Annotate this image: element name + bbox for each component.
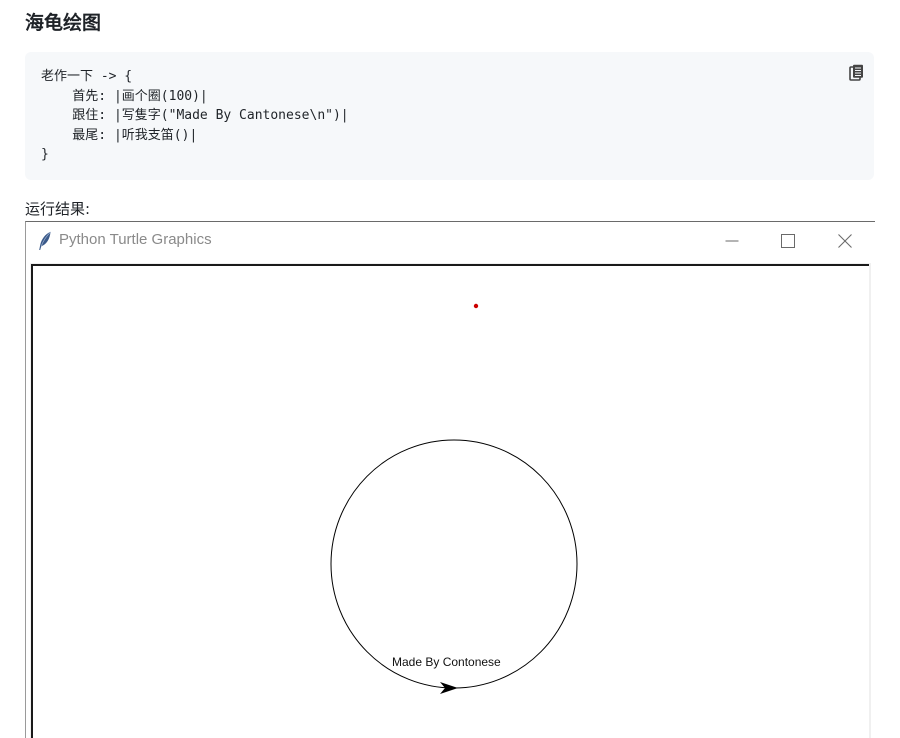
drawn-circle — [330, 439, 578, 689]
section-heading: 海龟绘图 — [25, 12, 102, 34]
code-line: } — [41, 147, 49, 163]
turtle-graphics-window: Python Turtle Graphics Made By Contonese — [25, 221, 875, 738]
window-title: Python Turtle Graphics — [59, 231, 212, 248]
code-content: 老作一下 -> { 首先: |画个圈(100)| 跟住: |写隻字("Made … — [41, 67, 349, 165]
feather-icon — [39, 231, 51, 250]
code-line: 最尾: |听我支笛()| — [41, 127, 198, 143]
maximize-icon — [781, 234, 795, 248]
turtle-arrow-icon — [440, 682, 458, 694]
code-line: 老作一下 -> { — [41, 69, 133, 84]
result-label: 运行结果: — [25, 200, 91, 218]
copy-icon — [849, 64, 863, 81]
written-text: Made By Contonese — [392, 655, 501, 669]
code-line: 首先: |画个圈(100)| — [41, 88, 208, 104]
turtle-drawing: Made By Contonese — [330, 303, 578, 694]
turtle-canvas[interactable]: Made By Contonese — [31, 264, 869, 738]
code-line: 跟住: |写隻字("Made By Cantonese\n")| — [41, 108, 349, 124]
minimize-icon — [725, 240, 739, 242]
page: 海龟绘图 老作一下 -> { 首先: |画个圈(100)| 跟住: |写隻字("… — [0, 0, 900, 738]
code-block: 老作一下 -> { 首先: |画个圈(100)| 跟住: |写隻字("Made … — [25, 52, 874, 180]
start-dot — [473, 303, 479, 309]
minimize-button[interactable] — [712, 226, 752, 256]
maximize-button[interactable] — [768, 226, 808, 256]
window-titlebar[interactable]: Python Turtle Graphics — [26, 222, 875, 260]
copy-button[interactable] — [846, 62, 868, 84]
close-icon — [838, 234, 852, 248]
close-button[interactable] — [825, 226, 865, 256]
canvas-frame: Made By Contonese — [30, 263, 871, 738]
